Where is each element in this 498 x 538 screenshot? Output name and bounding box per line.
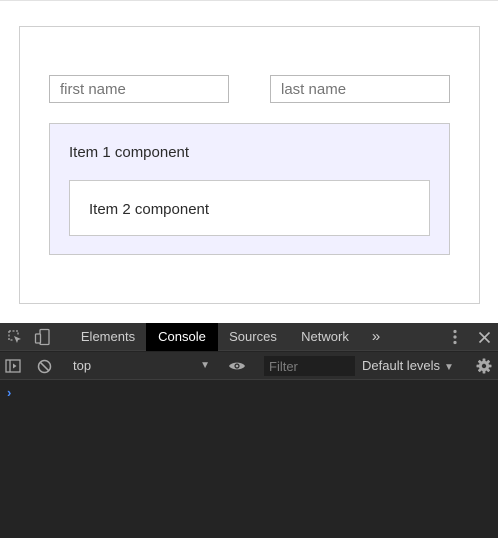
- console-toolbar: top ▼ Default levels▼: [0, 352, 498, 380]
- item1-label: Item 1 component: [69, 144, 190, 161]
- devtools-tabbar: Elements Console Sources Network »: [0, 323, 498, 351]
- item2-label: Item 2 component: [89, 201, 210, 218]
- item2-component: Item 2 component: [69, 180, 430, 236]
- log-levels-dropdown[interactable]: Default levels ▼: [362, 352, 454, 380]
- tab-console[interactable]: Console: [146, 323, 218, 351]
- chevron-down-icon: ▼: [444, 362, 454, 373]
- tab-sources[interactable]: Sources: [218, 323, 288, 351]
- log-levels-label: Default levels: [362, 358, 441, 373]
- eye-icon[interactable]: [227, 352, 247, 380]
- gear-icon[interactable]: [474, 352, 494, 380]
- close-icon[interactable]: [474, 323, 494, 351]
- tab-network[interactable]: Network: [288, 323, 362, 351]
- top-divider: [0, 0, 498, 1]
- chevron-down-icon: ▼: [200, 360, 210, 371]
- tab-elements[interactable]: Elements: [70, 323, 146, 351]
- device-toolbar-icon[interactable]: [30, 323, 56, 351]
- more-options-icon[interactable]: [446, 323, 464, 351]
- more-tabs-button[interactable]: »: [362, 323, 390, 351]
- clear-console-icon[interactable]: [34, 352, 54, 380]
- console-output[interactable]: ›: [0, 381, 498, 538]
- sidebar-toggle-icon[interactable]: [3, 352, 23, 380]
- context-select[interactable]: top ▼: [64, 352, 216, 380]
- inspect-element-icon[interactable]: [4, 323, 26, 351]
- devtools-panel: Elements Console Sources Network » top ▼…: [0, 323, 498, 538]
- item1-component: Item 1 component Item 2 component: [49, 123, 450, 255]
- context-value: top: [73, 358, 92, 373]
- console-prompt: ›: [7, 385, 12, 400]
- console-filter-input[interactable]: [264, 356, 355, 376]
- page-viewport: Item 1 component Item 2 component: [0, 0, 498, 323]
- first-name-input[interactable]: [49, 75, 229, 103]
- last-name-input[interactable]: [270, 75, 450, 103]
